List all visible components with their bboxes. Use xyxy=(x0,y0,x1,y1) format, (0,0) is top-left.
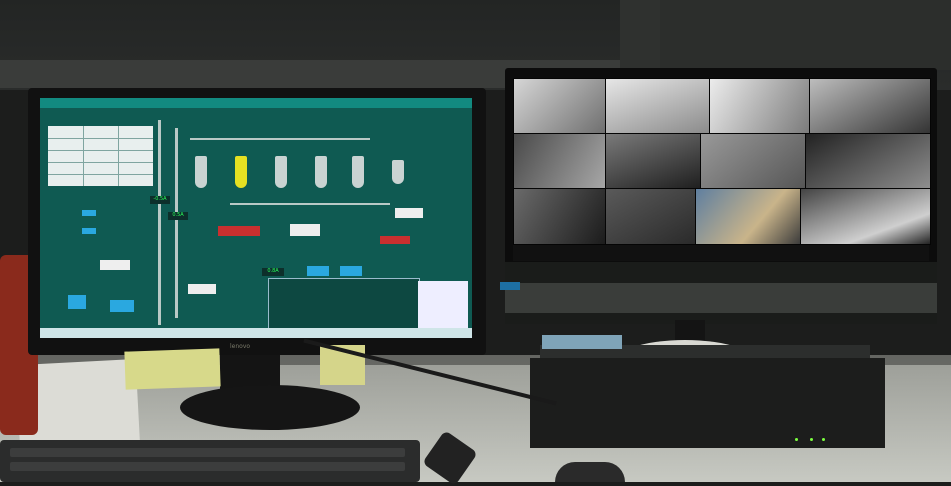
silo xyxy=(392,160,404,184)
info-box xyxy=(395,208,423,218)
scada-data-table xyxy=(48,126,153,186)
status-indicator xyxy=(82,228,96,234)
status-led xyxy=(810,438,813,441)
camera-feed[interactable] xyxy=(513,78,607,135)
info-box xyxy=(100,260,130,270)
control-block[interactable] xyxy=(110,300,134,312)
status-led xyxy=(822,438,825,441)
camera-feed[interactable] xyxy=(800,188,931,245)
info-box xyxy=(290,224,320,236)
right-monitor-screen[interactable] xyxy=(513,78,931,261)
camera-feed[interactable] xyxy=(513,133,607,190)
camera-feed[interactable] xyxy=(513,188,607,245)
camera-feed[interactable] xyxy=(700,133,807,190)
camera-feed[interactable] xyxy=(805,133,931,190)
camera-feed[interactable] xyxy=(709,78,811,135)
horizontal-pipe xyxy=(190,138,370,140)
keyboard[interactable] xyxy=(0,440,420,482)
alarm-display xyxy=(380,236,410,244)
process-table xyxy=(268,278,420,332)
horizontal-pipe xyxy=(230,203,390,205)
control-block[interactable] xyxy=(68,295,86,309)
vertical-pipe xyxy=(158,120,161,325)
dvr-recorder xyxy=(530,358,885,448)
right-wall xyxy=(640,0,951,70)
control-block[interactable] xyxy=(340,266,362,276)
camera-feed-color[interactable] xyxy=(695,188,802,245)
scada-title-bar xyxy=(40,98,472,108)
taskbar[interactable] xyxy=(40,328,472,338)
value-tag: -0.5A xyxy=(150,196,170,204)
info-box xyxy=(188,284,216,294)
device-box xyxy=(542,335,622,349)
silo xyxy=(352,156,364,188)
left-monitor-screen[interactable]: -0.5A 0.5A 0.8A xyxy=(40,98,472,338)
process-panel xyxy=(418,281,468,329)
value-tag: 0.5A xyxy=(168,212,188,220)
vertical-pipe xyxy=(175,128,178,318)
computer-mouse[interactable] xyxy=(555,462,625,482)
monitor-brand-logo: lenovo xyxy=(230,343,251,350)
control-block[interactable] xyxy=(307,266,329,276)
silo xyxy=(275,156,287,188)
monitor-logo xyxy=(500,282,520,290)
value-tag: 0.8A xyxy=(262,268,284,276)
silo-active xyxy=(235,156,247,188)
status-led xyxy=(795,438,798,441)
camera-feed[interactable] xyxy=(605,188,697,245)
alarm-display xyxy=(218,226,260,236)
left-monitor-base xyxy=(180,385,360,430)
camera-feed[interactable] xyxy=(605,133,702,190)
silo xyxy=(315,156,327,188)
camera-feed[interactable] xyxy=(605,78,711,135)
status-indicator xyxy=(82,210,96,216)
silo xyxy=(195,156,207,188)
camera-feed[interactable] xyxy=(809,78,931,135)
sticky-note xyxy=(124,348,221,390)
right-monitor-chin xyxy=(505,283,937,313)
wall-pillar xyxy=(620,0,660,75)
